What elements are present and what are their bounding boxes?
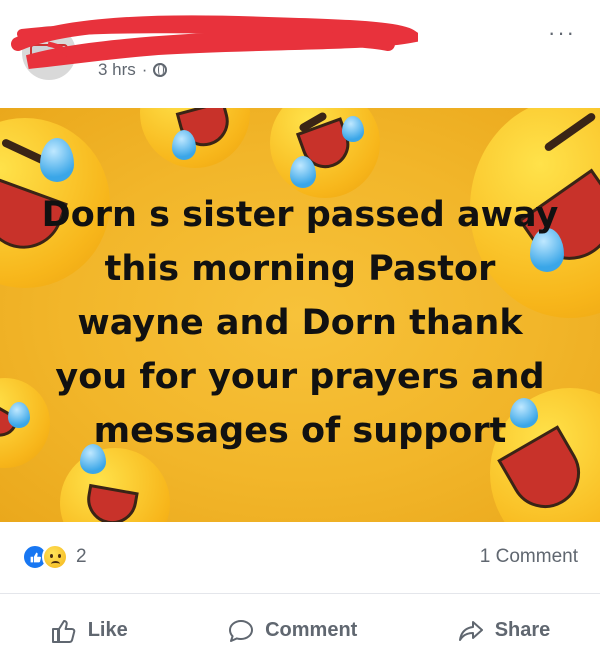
post-header: 3 hrs · ··· (0, 0, 600, 108)
like-button[interactable]: Like (50, 617, 128, 645)
thumbs-up-icon (51, 619, 75, 643)
post-image[interactable]: Dorn s sister passed away this morning P… (0, 108, 600, 522)
globe-icon (153, 63, 168, 77)
reactions-bar: 2 1 Comment (0, 522, 600, 594)
reaction-summary[interactable]: 2 (22, 544, 87, 570)
post-image-text: Dorn s sister passed away this morning P… (41, 195, 559, 451)
tear-icon (290, 156, 316, 188)
post-meta: 3 hrs · (98, 60, 168, 80)
share-arrow-icon (458, 620, 483, 641)
comment-bubble-icon (229, 619, 254, 642)
share-button[interactable]: Share (457, 617, 551, 645)
tear-icon (40, 138, 74, 182)
more-options-button[interactable]: ··· (548, 20, 576, 46)
reaction-count: 2 (76, 546, 87, 567)
sad-icon (42, 544, 68, 570)
comment-button[interactable]: Comment (227, 617, 357, 645)
post-timestamp[interactable]: 3 hrs (98, 60, 136, 80)
tear-icon (342, 116, 364, 142)
like-label: Like (87, 619, 128, 641)
post-actions: Like Comment Share (0, 594, 600, 667)
comment-count-link[interactable]: 1 Comment (480, 546, 578, 568)
tear-icon (172, 130, 196, 160)
comment-label: Comment (265, 619, 358, 641)
redaction-scribble (11, 15, 418, 69)
meta-separator: · (141, 60, 148, 79)
tear-icon (8, 402, 30, 428)
laughing-emoji-icon (270, 108, 380, 198)
laughing-emoji-icon (140, 108, 250, 168)
share-label: Share (494, 619, 551, 641)
laughing-emoji-icon (60, 448, 170, 522)
